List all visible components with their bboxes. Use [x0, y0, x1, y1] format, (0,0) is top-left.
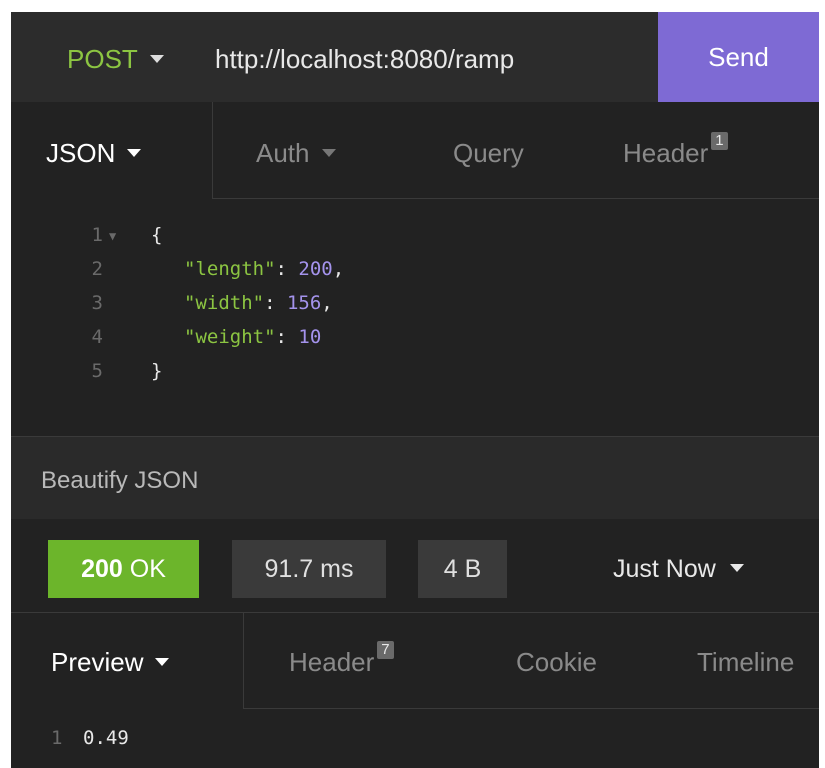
url-bar: POST http://localhost:8080/ramp Send	[11, 12, 819, 103]
tab-underline	[212, 198, 819, 199]
header-count-badge: 7	[377, 641, 394, 659]
tab-label: Header	[623, 138, 709, 168]
chevron-down-icon	[321, 149, 336, 158]
editor-footer: Beautify JSON	[11, 436, 819, 519]
tab-label: JSON	[46, 138, 116, 168]
json-value: 10	[298, 326, 322, 348]
line-number: 3	[91, 292, 103, 314]
json-key: "length"	[184, 258, 276, 280]
tab-cookie[interactable]: Cookie	[516, 645, 597, 679]
beautify-json-button[interactable]: Beautify JSON	[41, 466, 198, 496]
response-preview: 1 0.49	[11, 709, 819, 768]
chevron-down-icon	[127, 149, 142, 158]
chevron-down-icon	[729, 564, 744, 573]
chevron-down-icon	[155, 658, 170, 667]
code-text: "length": 200,	[184, 258, 345, 280]
line-number: 1	[91, 224, 103, 246]
json-key: "width"	[184, 292, 265, 314]
tab-label: Header	[289, 647, 375, 677]
tab-body-json[interactable]: JSON	[46, 136, 142, 170]
window-edge	[819, 0, 825, 768]
tab-response-header[interactable]: Header 7	[289, 641, 394, 679]
tab-label: Preview	[51, 647, 144, 677]
code-line: 1 ▼ {	[11, 220, 819, 250]
tab-query[interactable]: Query	[453, 136, 524, 170]
json-value: 156	[286, 292, 322, 314]
code-line: 3 "width": 156,	[11, 288, 819, 318]
json-key: "weight"	[184, 326, 276, 348]
history-dropdown[interactable]: Just Now	[613, 540, 744, 598]
line-number: 1	[51, 727, 63, 749]
tab-header[interactable]: Header 1	[623, 132, 728, 170]
json-body-editor[interactable]: 1 ▼ { 2 "length": 200, 3 "width": 156, 4…	[11, 200, 819, 434]
code-text: "width": 156,	[184, 292, 333, 314]
insomnia-client-window: POST http://localhost:8080/ramp Send JSO…	[11, 12, 819, 768]
url-input[interactable]: http://localhost:8080/ramp	[215, 42, 514, 76]
status-badge: 200 OK	[48, 540, 199, 598]
chevron-down-icon	[149, 55, 164, 64]
code-text: {	[151, 224, 163, 246]
code-line: 4 "weight": 10	[11, 322, 819, 352]
response-status-bar: 200 OK 91.7 ms 4 B Just Now	[11, 520, 819, 612]
header-count-badge: 1	[711, 132, 728, 150]
line-number: 2	[91, 258, 103, 280]
line-number: 4	[91, 326, 103, 348]
response-value: 0.49	[83, 727, 129, 749]
code-text: }	[151, 360, 163, 382]
method-selector[interactable]: POST	[67, 42, 164, 76]
json-value: 200	[298, 258, 333, 280]
tab-timeline[interactable]: Timeline	[697, 645, 794, 679]
tab-preview[interactable]: Preview	[51, 645, 170, 679]
response-time: 91.7 ms	[232, 540, 386, 598]
fold-arrow-icon[interactable]: ▼	[109, 221, 116, 251]
tab-label: Auth	[256, 138, 310, 168]
status-text: OK	[129, 555, 166, 583]
request-tabs: JSON Auth Query Header 1	[11, 102, 819, 199]
code-line: 2 "length": 200,	[11, 254, 819, 284]
send-button[interactable]: Send	[658, 12, 819, 102]
code-text: "weight": 10	[184, 326, 322, 348]
line-number: 5	[91, 360, 103, 382]
status-code: 200	[81, 555, 123, 583]
response-tabs: Preview Header 7 Cookie Timeline	[11, 612, 819, 709]
method-label: POST	[67, 44, 138, 74]
tab-divider	[212, 102, 213, 199]
history-label: Just Now	[613, 555, 716, 583]
tab-auth[interactable]: Auth	[256, 136, 336, 170]
response-size: 4 B	[418, 540, 507, 598]
code-line: 5 }	[11, 356, 819, 386]
tab-divider	[243, 613, 244, 709]
